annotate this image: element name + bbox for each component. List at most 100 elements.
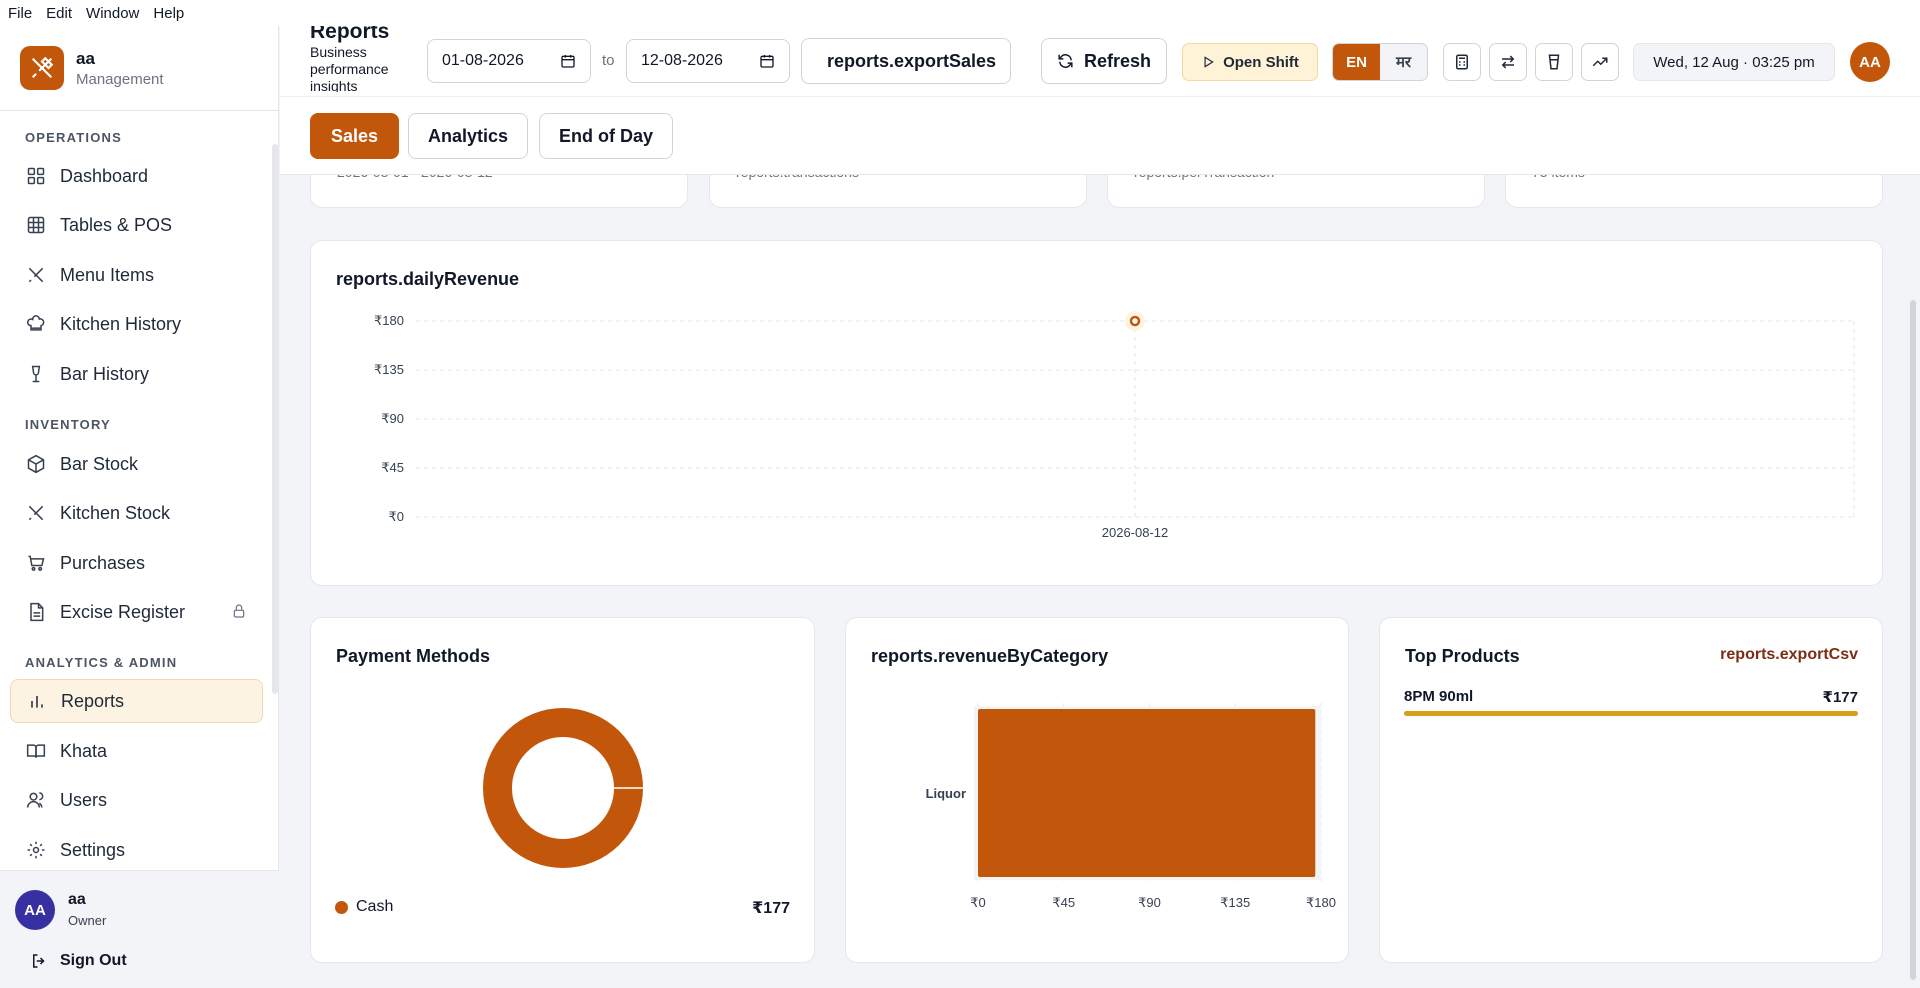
- lang-mr-button[interactable]: मर: [1380, 44, 1427, 80]
- calculator-icon: [1456, 54, 1468, 70]
- revenue-by-category-card: reports.revenueByCategory ₹0 ₹45 ₹90 ₹135 ₹1…: [845, 617, 1349, 963]
- sign-out-button[interactable]: Sign Out: [30, 952, 127, 970]
- menu-edit[interactable]: Edit: [46, 5, 72, 22]
- product-name: 8PM 90ml: [1404, 688, 1474, 705]
- avatar[interactable]: AA: [1850, 42, 1890, 82]
- sidebar-item-label: Excise Register: [60, 601, 186, 622]
- wine-glass-icon: [31, 365, 41, 383]
- sidebar-item-reports[interactable]: Reports: [10, 679, 263, 723]
- revenue-by-category-chart: ₹0 ₹45 ₹90 ₹135 ₹180 Liquor: [926, 703, 1336, 910]
- sidebar-item-users[interactable]: Users: [10, 778, 263, 822]
- sign-out-icon: [33, 954, 45, 968]
- tabs-bar: Sales Analytics End of Day: [280, 96, 1920, 175]
- trend-button[interactable]: [1581, 43, 1619, 81]
- os-menu-bar: File Edit Window Help: [0, 0, 1920, 26]
- sidebar-item-purchases[interactable]: Purchases: [10, 541, 263, 585]
- x-tick-label: ₹0: [970, 895, 986, 910]
- x-tick-label: ₹90: [1138, 895, 1161, 910]
- sidebar-item-dashboard[interactable]: Dashboard: [10, 154, 263, 198]
- export-sales-button[interactable]: reports.exportSales: [801, 38, 1011, 84]
- refresh-button[interactable]: Refresh: [1041, 38, 1167, 84]
- file-icon: [30, 602, 44, 622]
- y-tick-label: ₹90: [381, 411, 404, 426]
- card-title: Top Products: [1405, 646, 1520, 666]
- users-icon: [26, 792, 44, 808]
- sidebar-item-bar-stock[interactable]: Bar Stock: [10, 442, 263, 486]
- avatar[interactable]: AA: [15, 890, 55, 930]
- tab-end-of-day[interactable]: End of Day: [539, 113, 673, 159]
- menu-window[interactable]: Window: [86, 5, 139, 22]
- payment-methods-card: Payment Methods Cash ₹177: [310, 617, 815, 963]
- sidebar-item-kitchen-stock[interactable]: Kitchen Stock: [10, 491, 263, 535]
- export-csv-link[interactable]: reports.exportCsv: [1720, 646, 1858, 664]
- sidebar-item-tables-pos[interactable]: Tables & POS: [10, 203, 263, 247]
- glass-button[interactable]: [1535, 43, 1573, 81]
- sidebar-scrollbar[interactable]: [272, 144, 278, 694]
- play-icon: [1204, 56, 1214, 68]
- sidebar-item-menu-items[interactable]: Menu Items: [10, 253, 263, 297]
- lang-en-button[interactable]: EN: [1333, 44, 1380, 80]
- user-name: aa: [68, 891, 86, 908]
- section-title-operations: OPERATIONS: [25, 130, 122, 145]
- legend-label: Cash: [356, 898, 394, 915]
- bar: [978, 709, 1316, 877]
- grid-icon: [27, 167, 45, 185]
- date-from-input[interactable]: 01-08-2026: [427, 39, 591, 83]
- tab-sales[interactable]: Sales: [310, 113, 399, 159]
- sidebar-item-label: Dashboard: [60, 165, 149, 186]
- calendar-icon[interactable]: [560, 53, 576, 69]
- utensils-logo-icon: [20, 46, 64, 90]
- y-tick-label: ₹180: [374, 313, 404, 328]
- content-scrollbar[interactable]: [1910, 300, 1916, 980]
- menu-help[interactable]: Help: [153, 5, 184, 22]
- glass-icon: [1548, 54, 1560, 70]
- top-products-card: Top Products reports.exportCsv 8PM 90ml …: [1379, 617, 1883, 963]
- sidebar: aa Management OPERATIONS Dashboard Table…: [0, 26, 279, 988]
- transfer-button[interactable]: [1489, 43, 1527, 81]
- brand-subtitle: Management: [76, 70, 164, 88]
- bar-chart-icon: [31, 696, 43, 708]
- user-panel: AA aa Owner Sign Out: [0, 870, 279, 988]
- sidebar-item-label: Bar History: [60, 363, 150, 384]
- x-tick-label: ₹45: [1052, 895, 1075, 910]
- x-tick-label: ₹180: [1306, 895, 1336, 910]
- menu-file[interactable]: File: [8, 5, 32, 22]
- pie-slice: [483, 708, 643, 868]
- daily-revenue-card: reports.dailyRevenue ₹180 ₹135 ₹90 ₹45 ₹0 202…: [310, 240, 1883, 586]
- sidebar-item-label: Khata: [60, 740, 108, 761]
- utensils-icon: [28, 267, 44, 283]
- section-title-inventory: INVENTORY: [25, 417, 111, 432]
- date-from-value: 01-08-2026: [442, 52, 524, 69]
- export-sales-label: reports.exportSales: [827, 50, 997, 71]
- divider: [0, 110, 279, 111]
- page-subtitle: Business performance insights: [310, 44, 389, 92]
- sidebar-item-label: Users: [60, 789, 108, 810]
- sidebar-item-settings[interactable]: Settings: [10, 828, 263, 872]
- calculator-button[interactable]: [1443, 43, 1481, 81]
- lock-icon: [233, 604, 245, 618]
- brand-name: aa: [76, 48, 95, 68]
- open-shift-label: Open Shift: [1223, 53, 1299, 71]
- sidebar-item-excise-register[interactable]: Excise Register: [10, 590, 263, 634]
- sidebar-item-khata[interactable]: Khata: [10, 729, 263, 773]
- brand[interactable]: aa Management: [20, 46, 164, 90]
- y-tick-label: ₹0: [388, 509, 404, 524]
- x-tick-label: 2026-08-12: [1102, 525, 1169, 540]
- date-to-input[interactable]: 12-08-2026: [626, 39, 790, 83]
- sidebar-item-kitchen-history[interactable]: Kitchen History: [10, 302, 263, 346]
- sidebar-item-bar-history[interactable]: Bar History: [10, 352, 263, 396]
- gear-icon: [27, 841, 45, 859]
- datetime-display: Wed, 12 Aug · 03:25 pm: [1633, 43, 1835, 81]
- payment-methods-chart: [483, 708, 643, 868]
- book-icon: [26, 744, 46, 758]
- product-bar: [1404, 711, 1858, 716]
- calendar-icon[interactable]: [759, 53, 775, 69]
- tab-analytics[interactable]: Analytics: [408, 113, 528, 159]
- table-icon: [27, 216, 45, 234]
- sidebar-item-label: Kitchen History: [60, 313, 182, 334]
- open-shift-button[interactable]: Open Shift: [1182, 43, 1318, 81]
- sidebar-item-label: Tables & POS: [60, 214, 173, 235]
- to-label: to: [602, 52, 615, 69]
- sidebar-item-label: Settings: [60, 839, 126, 860]
- data-point: [1129, 315, 1141, 327]
